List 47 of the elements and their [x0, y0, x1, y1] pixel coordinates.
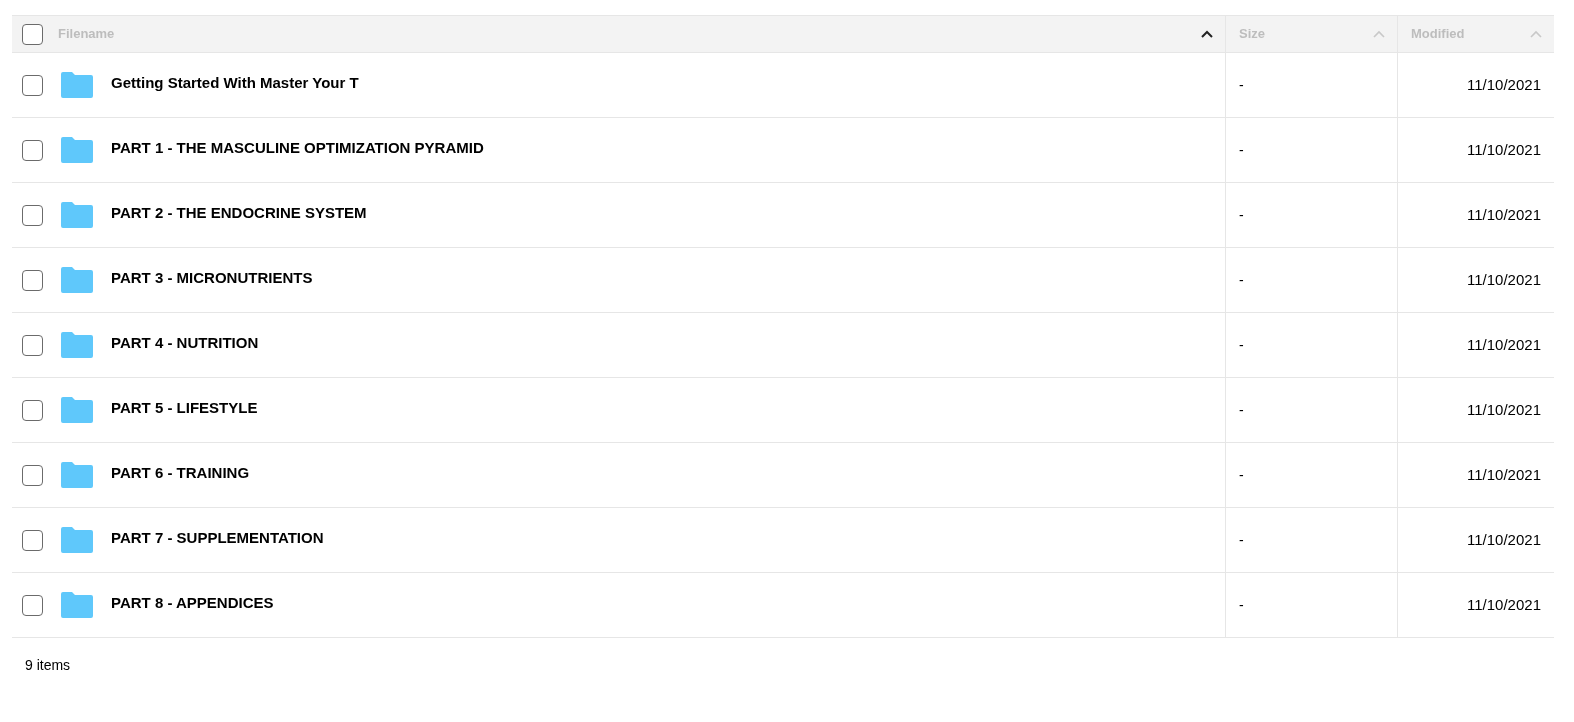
checkbox[interactable]	[22, 139, 43, 161]
file-name[interactable]: PART 2 - THE ENDOCRINE SYSTEM	[111, 201, 367, 225]
table-cell-text: 11/10/2021	[1467, 334, 1541, 355]
table-cell-text: 11/10/2021	[1467, 74, 1541, 95]
table-cell-text: -	[1239, 75, 1244, 95]
folder-icon	[61, 527, 93, 553]
table-cell-text: 11/10/2021	[1467, 529, 1541, 550]
folder-icon	[61, 267, 93, 293]
folder-icon	[61, 592, 93, 618]
file-name[interactable]: PART 8 - APPENDICES	[111, 591, 274, 615]
checkbox[interactable]	[22, 204, 43, 226]
file-name[interactable]: PART 1 - THE MASCULINE OPTIMIZATION PYRAMID	[111, 136, 484, 160]
table-cell-text: -	[1239, 400, 1244, 420]
table-cell-text: 11/10/2021	[1467, 269, 1541, 290]
checkbox[interactable]	[22, 529, 43, 551]
item-count: 9 items	[25, 657, 71, 673]
table-cell-text: 11/10/2021	[1467, 399, 1541, 420]
table-cell-text: -	[1239, 335, 1244, 355]
checkbox[interactable]	[22, 74, 43, 96]
checkbox[interactable]	[22, 269, 43, 291]
checkbox[interactable]	[22, 399, 43, 421]
table-cell-text: 11/10/2021	[1467, 139, 1541, 160]
checkbox[interactable]	[22, 23, 43, 45]
file-name[interactable]: Getting Started With Master Your T	[111, 71, 359, 95]
folder-icon	[61, 462, 93, 488]
folder-icon	[61, 72, 93, 98]
file-name[interactable]: PART 7 - SUPPLEMENTATION	[111, 526, 324, 550]
folder-icon	[61, 137, 93, 163]
folder-icon	[61, 332, 93, 358]
table-cell-text: 11/10/2021	[1467, 464, 1541, 485]
file-name[interactable]: PART 4 - NUTRITION	[111, 331, 259, 355]
folder-icon	[61, 202, 93, 228]
table-cell-text: -	[1239, 205, 1244, 225]
file-name[interactable]: PART 6 - TRAINING	[111, 461, 250, 485]
file-name[interactable]: PART 5 - LIFESTYLE	[111, 396, 258, 420]
table-cell-text: -	[1239, 530, 1244, 550]
table-cell-text: -	[1239, 465, 1244, 485]
folder-icon	[61, 397, 93, 423]
table-cell-text: -	[1239, 140, 1244, 160]
table-cell-text: 11/10/2021	[1467, 204, 1541, 225]
checkbox[interactable]	[22, 464, 43, 486]
table-cell-text: -	[1239, 270, 1244, 290]
table-cell-text: 11/10/2021	[1467, 594, 1541, 615]
table-cell-text: -	[1239, 595, 1244, 615]
checkbox[interactable]	[22, 334, 43, 356]
file-name[interactable]: PART 3 - MICRONUTRIENTS	[111, 266, 313, 290]
checkbox[interactable]	[22, 594, 43, 616]
